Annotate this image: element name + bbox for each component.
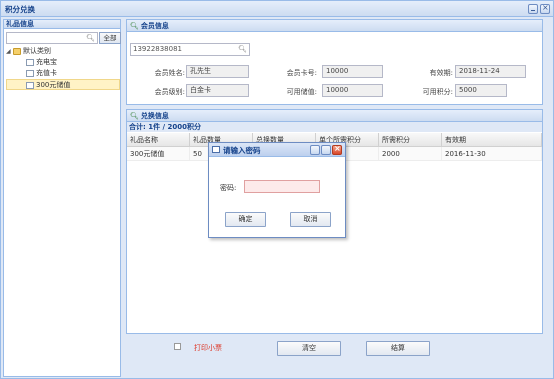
tree-node-label: 充电宝 [36,58,57,66]
member-level-label: 会员级别: [154,88,185,96]
document-icon [26,69,34,77]
dialog-titlebar: 请输入密码 [209,143,345,157]
cancel-button[interactable]: 取消 [290,212,331,227]
member-name-label: 会员姓名: [154,69,185,77]
balance-label: 可用储值: [286,88,317,96]
member-info-panel: 🔍︎ 会员信息 13922838081 🔍︎ 会员姓名: 孔先生 会员卡号: 10… [126,19,543,105]
collapse-arrow-icon[interactable]: ◢ [6,46,13,57]
close-icon[interactable] [540,3,550,14]
column-header[interactable]: 礼品名称 [127,133,190,147]
clear-button[interactable]: 清空 [277,341,341,356]
table-cell: 2016-11-30 [442,147,542,161]
exchange-panel-header: 🔍︎ 兑换信息 [127,110,542,122]
member-level-field: 白金卡 [186,84,249,97]
search-icon: 🔍︎ [130,22,139,30]
search-icon[interactable]: 🔍︎ [238,44,247,55]
window-title: 积分兑换 [5,5,35,14]
points-label: 可用积分: [422,88,453,96]
column-header[interactable]: 有效期 [442,133,542,147]
member-panel-header: 🔍︎ 会员信息 [127,20,542,32]
tree-node-label: 默认类别 [23,47,51,55]
tree-node-label: 充值卡 [36,69,57,77]
points-field: 5000 [455,84,507,97]
search-icon[interactable]: 🔍︎ [86,34,95,42]
member-card-label: 会员卡号: [286,69,317,77]
tree-node-powerbank[interactable]: 充电宝 [6,57,120,68]
password-dialog: 请输入密码 密码: 确定 取消 [208,142,346,238]
footer-actions: 打印小票 清空 结算 [126,336,543,376]
column-header[interactable]: 所需积分 [379,133,442,147]
gift-search-row: 🔍︎ 全部 [6,32,121,44]
exchange-window: 积分兑换 礼品信息 🔍︎ 全部 ◢ 默认类别 充电宝 充值卡 300元储值 [0,0,554,379]
close-icon[interactable] [332,144,342,155]
gift-category-tree: ◢ 默认类别 充电宝 充值卡 300元储值 [6,46,120,90]
gift-panel: 礼品信息 🔍︎ 全部 ◢ 默认类别 充电宝 充值卡 300元储值 [3,19,121,377]
tree-node-label: 300元储值 [36,81,71,89]
tree-node-300-stored-value[interactable]: 300元储值 [6,79,120,90]
settle-button[interactable]: 结算 [366,341,430,356]
member-name-field: 孔先生 [186,65,249,78]
expire-field: 2018-11-24 [455,65,526,78]
gift-panel-title: 礼品信息 [4,20,120,29]
show-all-button[interactable]: 全部 [99,32,121,44]
dialog-title: 请输入密码 [223,146,261,155]
table-cell: 300元储值 [127,147,190,161]
password-input[interactable] [244,180,320,193]
member-panel-title: 会员信息 [140,22,169,30]
table-cell: 2000 [379,147,442,161]
exchange-panel-title: 兑换信息 [140,112,169,120]
print-receipt-checkbox[interactable] [174,343,181,350]
document-icon [26,58,34,66]
window-titlebar: 积分兑换 [1,1,553,17]
folder-icon [13,47,21,55]
expire-label: 有效期: [429,69,453,77]
search-icon: 🔍︎ [130,112,139,120]
window-icon [212,146,220,153]
gift-search-input[interactable]: 🔍︎ [6,32,98,44]
tree-node-default[interactable]: ◢ 默认类别 [6,46,120,57]
card-search-value: 13922838081 [133,45,182,53]
password-label: 密码: [220,184,237,192]
tree-node-topup-card[interactable]: 充值卡 [6,68,120,79]
document-icon [26,81,34,89]
balance-field: 10000 [322,84,383,97]
minimize-icon[interactable] [310,145,320,155]
member-card-search-input[interactable]: 13922838081 🔍︎ [130,43,250,56]
print-receipt-label[interactable]: 打印小票 [194,343,222,353]
maximize-icon[interactable] [321,145,331,155]
member-card-field: 10000 [322,65,383,78]
exchange-summary: 合计: 1件 / 2000积分 [127,122,542,132]
ok-button[interactable]: 确定 [225,212,266,227]
minimize-icon[interactable] [528,4,538,14]
